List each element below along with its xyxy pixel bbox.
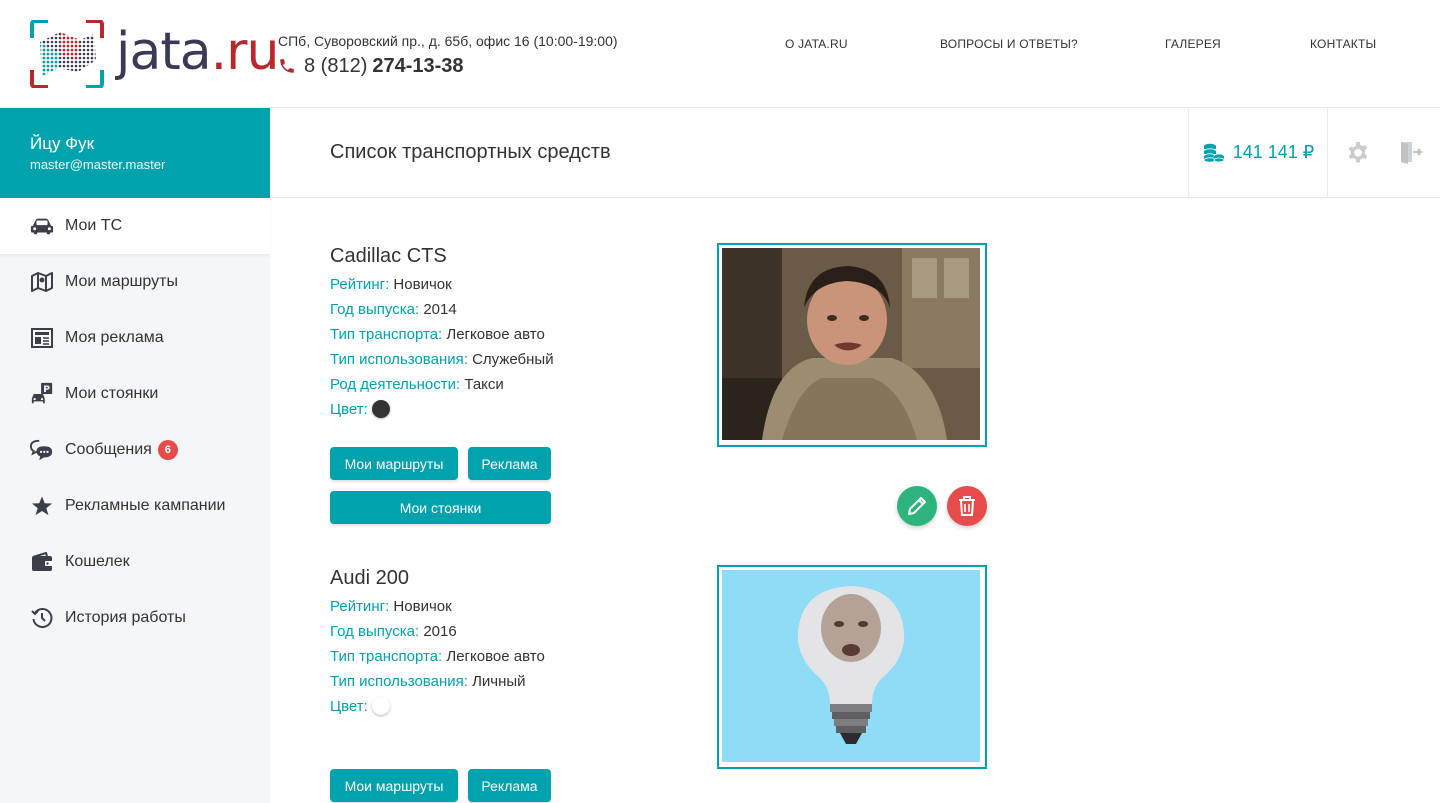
vehicle-photo-image — [722, 570, 982, 764]
vehicle-color-swatch — [371, 697, 390, 715]
sidebar: Мои ТС Мои маршруты Моя реклама P Мои ст… — [0, 198, 270, 803]
user-email: master@master.master — [30, 157, 166, 172]
user-name: Йцу Фук — [30, 134, 95, 153]
field-value: 2016 — [423, 623, 457, 640]
coins-icon — [1203, 143, 1225, 163]
nav-gallery[interactable]: ГАЛЕРЕЯ — [1165, 37, 1221, 51]
sidebar-item-label: Мои стоянки — [65, 385, 159, 402]
sidebar-item-label: Рекламные кампании — [65, 497, 226, 514]
my-routes-button[interactable]: Мои маршруты — [330, 769, 458, 802]
logo-mark-icon — [30, 20, 104, 88]
site-header: jata.ru СПб, Суворовский пр., д. 65б, оф… — [0, 0, 1440, 108]
trash-icon — [959, 496, 975, 516]
field-key: Рейтинг: — [330, 598, 390, 615]
svg-text:P: P — [43, 384, 50, 395]
newspaper-icon — [30, 327, 54, 349]
sidebar-item-label: Мои маршруты — [65, 273, 178, 290]
vehicle-card: Audi 200 Рейтинг: Новичок Год выпуска: 2… — [330, 565, 990, 803]
star-icon — [30, 495, 54, 517]
vehicle-photo-image — [722, 248, 982, 442]
ads-button[interactable]: Реклама — [468, 447, 551, 480]
sidebar-item-label: История работы — [65, 609, 186, 626]
field-value: Новичок — [393, 598, 452, 615]
field-value: Легковое авто — [446, 648, 545, 665]
field-key: Год выпуска: — [330, 301, 420, 318]
main-nav: О JATA.RU ВОПРОСЫ И ОТВЕТЫ? ГАЛЕРЕЯ КОНТ… — [785, 37, 1405, 55]
gear-icon[interactable] — [1346, 141, 1370, 165]
nav-faq[interactable]: ВОПРОСЫ И ОТВЕТЫ? — [940, 37, 1078, 51]
logo-name: jata — [116, 22, 212, 82]
photo-lightbulb-image — [722, 570, 980, 762]
field-value: Личный — [472, 673, 526, 690]
field-key: Тип использования: — [330, 673, 468, 690]
map-icon — [30, 271, 54, 293]
unread-badge: 6 — [157, 440, 178, 460]
nav-about[interactable]: О JATA.RU — [785, 37, 848, 51]
my-routes-button[interactable]: Мои маршруты — [330, 447, 458, 480]
page-header: Список транспортных средств 141 141 ₽ — [270, 108, 1440, 198]
field-value: 2014 — [423, 301, 457, 318]
field-key: Год выпуска: — [330, 623, 420, 640]
account-balance: 141 141 ₽ — [1232, 142, 1315, 162]
balance-widget[interactable]: 141 141 ₽ — [1188, 108, 1328, 197]
field-key: Рейтинг: — [330, 276, 390, 293]
logo-domain: .ru — [210, 22, 280, 82]
pencil-icon — [908, 497, 926, 515]
sidebar-item-work-history[interactable]: История работы — [0, 590, 270, 646]
vehicle-photo[interactable] — [717, 565, 987, 769]
phone-icon — [280, 59, 294, 73]
site-logo[interactable]: jata.ru — [30, 20, 279, 88]
logo-text: jata.ru — [116, 22, 280, 82]
history-icon — [30, 607, 54, 629]
sidebar-item-my-vehicles[interactable]: Мои ТС — [0, 198, 270, 254]
sidebar-item-label: Сообщения — [65, 441, 152, 458]
phone-prefix: 8 (812) — [304, 55, 368, 77]
photo-man-image — [722, 248, 980, 440]
user-profile[interactable]: Йцу Фук master@master.master — [0, 108, 270, 198]
sidebar-item-my-ads[interactable]: Моя реклама — [0, 310, 270, 366]
car-icon — [30, 215, 54, 237]
sidebar-item-my-parkings[interactable]: P Мои стоянки — [0, 366, 270, 422]
phone-line[interactable]: 8 (812) 274-13-38 — [278, 54, 618, 78]
field-key: Род деятельности: — [330, 376, 461, 393]
contact-block: СПб, Суворовский пр., д. 65б, офис 16 (1… — [278, 33, 618, 78]
field-key: Тип транспорта: — [330, 648, 443, 665]
sidebar-item-messages[interactable]: Сообщения 6 — [0, 422, 270, 478]
page-title: Список транспортных средств — [330, 141, 611, 163]
field-value: Такси — [464, 376, 504, 393]
sidebar-item-label: Моя реклама — [65, 329, 164, 346]
field-value: Служебный — [472, 351, 554, 368]
sidebar-item-ad-campaigns[interactable]: Рекламные кампании — [0, 478, 270, 534]
office-address: СПб, Суворовский пр., д. 65б, офис 16 (1… — [278, 33, 618, 49]
delete-vehicle-button[interactable] — [947, 486, 987, 526]
phone-number: 274-13-38 — [372, 55, 464, 77]
vehicle-card: Cadillac CTS Рейтинг: Новичок Год выпуск… — [330, 243, 990, 534]
sidebar-item-wallet[interactable]: Кошелек — [0, 534, 270, 590]
my-parkings-button[interactable]: Мои стоянки — [330, 491, 551, 524]
sidebar-item-label: Кошелек — [65, 553, 130, 570]
parking-icon: P — [30, 382, 54, 405]
field-value: Новичок — [393, 276, 452, 293]
sidebar-item-my-routes[interactable]: Мои маршруты — [0, 254, 270, 310]
field-key: Тип транспорта: — [330, 326, 443, 343]
vehicle-photo[interactable] — [717, 243, 987, 447]
sidebar-item-label: Мои ТС — [65, 217, 123, 234]
vehicle-color-swatch — [371, 400, 390, 418]
ads-button[interactable]: Реклама — [468, 769, 551, 802]
wallet-icon — [30, 551, 54, 573]
nav-contacts[interactable]: КОНТАКТЫ — [1310, 37, 1376, 51]
field-key: Тип использования: — [330, 351, 468, 368]
field-key: Цвет: — [330, 401, 368, 418]
edit-vehicle-button[interactable] — [897, 486, 937, 526]
field-key: Цвет: — [330, 698, 368, 715]
field-value: Легковое авто — [446, 326, 545, 343]
logout-icon[interactable] — [1398, 140, 1422, 164]
chat-icon — [30, 439, 54, 461]
